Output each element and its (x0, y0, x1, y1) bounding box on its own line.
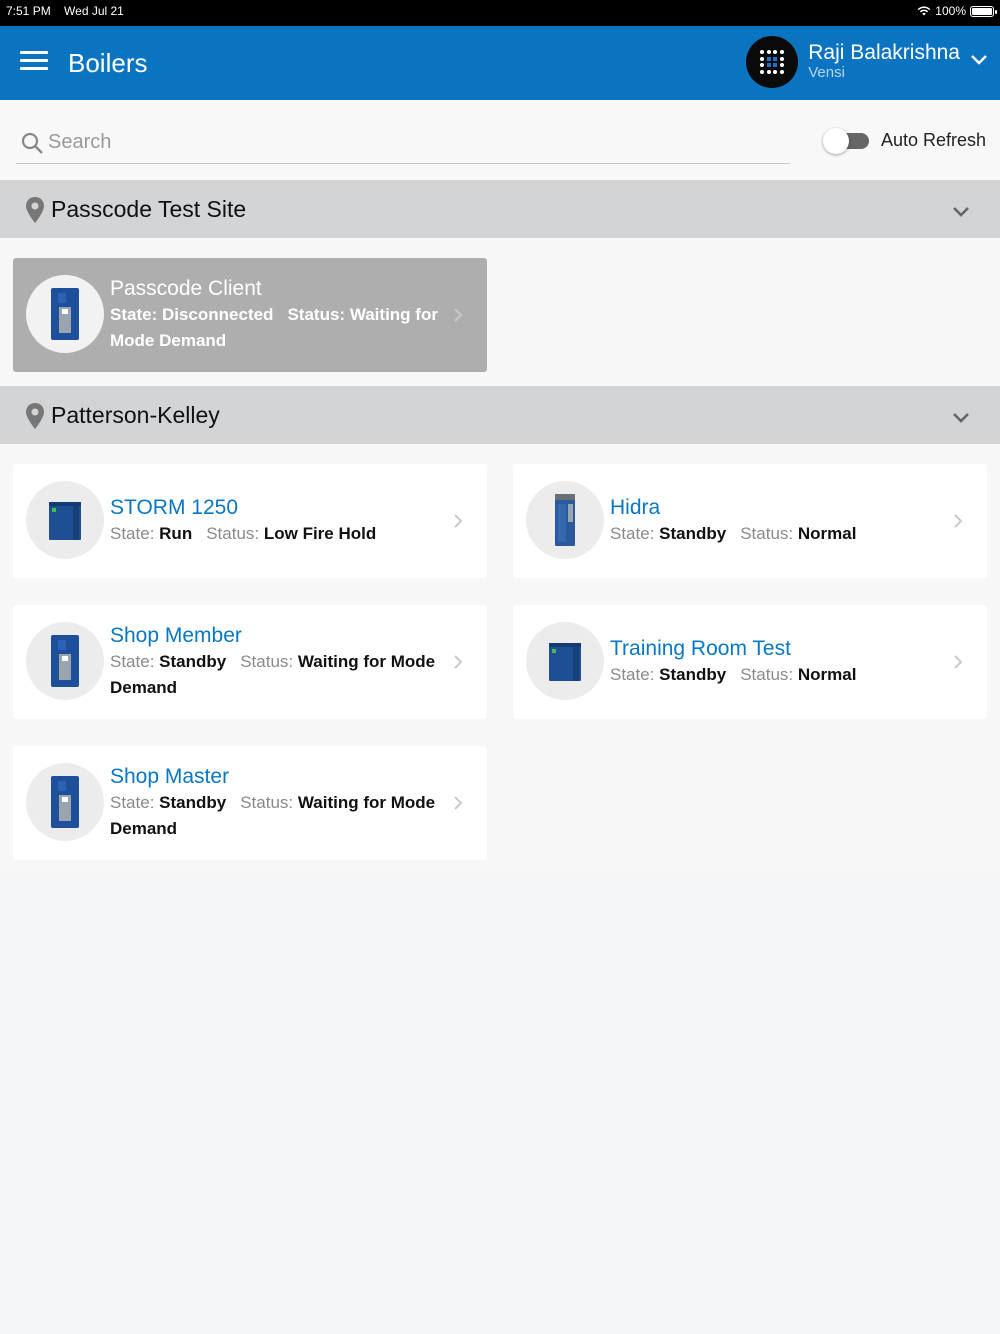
wifi-icon (917, 6, 931, 16)
boiler-icon (49, 502, 81, 540)
boiler-status: Low Fire Hold (263, 524, 377, 543)
boiler-thumbnail (526, 622, 604, 700)
boiler-icon (51, 288, 79, 340)
search-icon (21, 132, 43, 154)
chevron-down-icon (971, 55, 987, 65)
boiler-icon (549, 643, 581, 681)
boiler-name: STORM 1250 (110, 496, 238, 519)
boiler-state: Disconnected (161, 305, 274, 324)
chevron-right-icon (454, 308, 463, 322)
boiler-thumbnail (26, 763, 104, 841)
chevron-right-icon (954, 655, 963, 669)
boiler-card-passcode-client[interactable]: Passcode Client State: Disconnected Statu… (13, 258, 487, 372)
boiler-details: State: Run Status: Low Fire Hold (110, 524, 377, 543)
status-time: 7:51 PM (6, 4, 51, 18)
site-header-passcode-test-site[interactable]: Passcode Test Site (0, 180, 1000, 238)
boiler-thumbnail (26, 481, 104, 559)
boiler-icon (555, 494, 575, 546)
search-field (16, 122, 790, 164)
boiler-status: Normal (797, 524, 857, 543)
chevron-right-icon (454, 796, 463, 810)
auto-refresh-toggle[interactable] (823, 128, 871, 154)
status-date: Wed Jul 21 (64, 4, 124, 18)
chevron-right-icon (454, 514, 463, 528)
boiler-status: Normal (797, 665, 857, 684)
boiler-details: State: Standby Status: Waiting for Mode D… (110, 793, 436, 838)
boiler-card-shop-member[interactable]: Shop Member State: Standby Status: Waitin… (13, 605, 487, 719)
boiler-state: Standby (659, 665, 727, 684)
boiler-details: State: Standby Status: Normal (610, 524, 857, 543)
boiler-name: Passcode Client (110, 277, 262, 300)
chevron-down-icon (953, 413, 969, 423)
boiler-name: Shop Member (110, 624, 242, 647)
page-title: Boilers (68, 48, 148, 78)
company-logo-icon (760, 50, 785, 74)
hamburger-menu-icon[interactable] (20, 51, 48, 73)
boiler-card-training-room-test[interactable]: Training Room Test State: Standby Status:… (513, 605, 987, 719)
boiler-card-shop-master[interactable]: Shop Master State: Standby Status: Waitin… (13, 746, 487, 860)
boiler-status: Waiting for Mode Demand (110, 305, 438, 350)
boiler-thumbnail (26, 275, 104, 353)
boiler-state: Run (159, 524, 193, 543)
battery-percent: 100% (935, 4, 966, 18)
boiler-state: Standby (159, 793, 227, 812)
boiler-name: Training Room Test (610, 637, 791, 660)
chevron-right-icon (954, 514, 963, 528)
boiler-details: State: Standby Status: Normal (610, 665, 857, 684)
location-pin-icon (26, 403, 44, 429)
app-bar: Boilers Raji Balakrishna Vensi (0, 26, 1000, 100)
site-name: Passcode Test Site (51, 196, 247, 222)
boiler-thumbnail (526, 481, 604, 559)
boiler-card-hidra[interactable]: Hidra State: Standby Status: Normal (513, 464, 987, 578)
battery-icon (970, 5, 997, 17)
site-header-patterson-kelley[interactable]: Patterson-Kelley (0, 386, 1000, 444)
boiler-details: State: Standby Status: Waiting for Mode D… (110, 652, 436, 697)
boiler-name: Shop Master (110, 765, 230, 788)
search-input[interactable] (48, 131, 748, 154)
boiler-state: Standby (659, 524, 727, 543)
boiler-card-storm-1250[interactable]: STORM 1250 State: Run Status: Low Fire Ho… (13, 464, 487, 578)
status-bar: 7:51 PM Wed Jul 21 100% (0, 0, 1000, 26)
empty-area (0, 872, 1000, 1334)
user-menu[interactable]: Raji Balakrishna Vensi (746, 34, 988, 90)
avatar (746, 36, 799, 88)
boiler-state: Standby (159, 652, 227, 671)
chevron-down-icon (953, 207, 969, 217)
location-pin-icon (26, 197, 44, 223)
boiler-icon (51, 776, 79, 828)
boiler-details: State: Disconnected Status: Waiting for M… (110, 305, 438, 350)
boiler-icon (51, 635, 79, 687)
auto-refresh-label: Auto Refresh (881, 130, 987, 150)
boiler-thumbnail (26, 622, 104, 700)
site-name: Patterson-Kelley (51, 402, 220, 428)
boiler-name: Hidra (610, 496, 661, 519)
user-name: Raji Balakrishna (808, 41, 960, 64)
user-organization: Vensi (808, 64, 845, 81)
chevron-right-icon (454, 655, 463, 669)
